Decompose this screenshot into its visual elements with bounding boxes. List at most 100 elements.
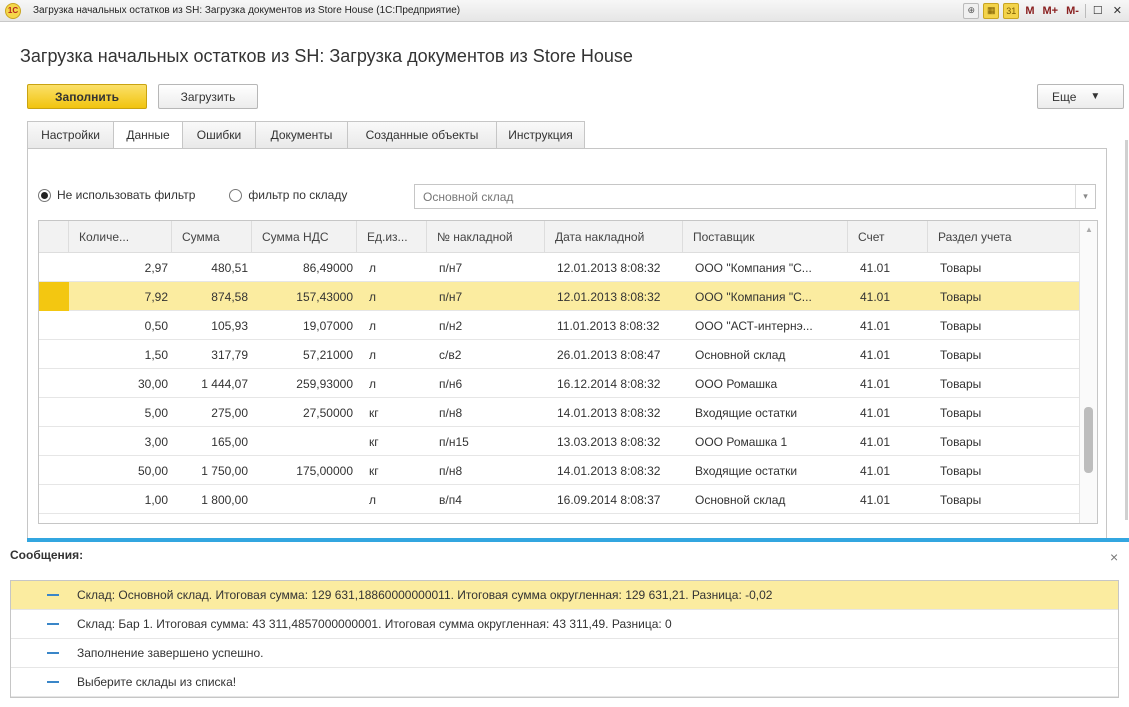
- cell-account: 41.01: [860, 405, 891, 420]
- cell-quantity: 1,50: [144, 347, 168, 362]
- titlebar-tools: ⊕ ▦ 31 M M+ M- ☐ ✕: [963, 2, 1129, 19]
- header-col-unit[interactable]: Ед.из...: [357, 221, 427, 253]
- message-item[interactable]: Заполнение завершено успешно.: [11, 639, 1118, 668]
- tab-settings[interactable]: Настройки: [27, 121, 113, 149]
- message-item[interactable]: Склад: Бар 1. Итоговая сумма: 43 311,485…: [11, 610, 1118, 639]
- cell-supplier: Входящие остатки: [695, 405, 798, 420]
- dash-icon: [47, 594, 59, 596]
- memory-minus-button[interactable]: M-: [1064, 5, 1081, 17]
- cell-invoice-number: п/н8: [439, 405, 463, 420]
- header-col-invoice-date[interactable]: Дата накладной: [545, 221, 683, 253]
- cell-account: 41.01: [860, 463, 891, 478]
- radio-empty-icon[interactable]: [229, 188, 243, 202]
- cell-quantity: 7,92: [144, 289, 168, 304]
- cell-supplier: ООО "Компания "С...: [695, 260, 812, 275]
- more-button-label: Еще: [1052, 89, 1077, 104]
- cell-invoice-number: с/в2: [439, 347, 462, 362]
- dropdown-arrow-icon[interactable]: ▾: [1075, 185, 1095, 208]
- header-col-sum[interactable]: Сумма: [172, 221, 252, 253]
- cell-invoice-number: п/н7: [439, 260, 463, 275]
- cell-sum: 1 800,00: [201, 492, 248, 507]
- filter-options: Не использовать фильтр фильтр по складу: [38, 188, 347, 202]
- more-button[interactable]: Еще ▼: [1037, 84, 1124, 109]
- table-row[interactable]: 0,50 105,93 19,07000 л п/н2 11.01.2013 8:08:3…: [39, 311, 1079, 340]
- cell-invoice-number: п/н6: [439, 376, 463, 391]
- messages-title: Сообщения:: [10, 548, 84, 562]
- window-title: Загрузка начальных остатков из SH: Загру…: [33, 5, 461, 16]
- tab-instruction[interactable]: Инструкция: [496, 121, 585, 149]
- header-col-accounting-section[interactable]: Раздел учета: [928, 221, 1079, 253]
- header-col-quantity[interactable]: Количе...: [69, 221, 172, 253]
- memory-plus-button[interactable]: M+: [1040, 5, 1060, 17]
- cell-unit: л: [369, 289, 377, 304]
- cell-accounting-section: Товары: [940, 463, 982, 478]
- cell-supplier: Входящие остатки: [695, 463, 798, 478]
- table-row[interactable]: 2,97 480,51 86,49000 л п/н7 12.01.2013 8:08:3…: [39, 253, 1079, 282]
- tab-errors[interactable]: Ошибки: [182, 121, 255, 149]
- radio-by-warehouse[interactable]: фильтр по складу: [229, 188, 347, 202]
- table-row[interactable]: 1,50 317,79 57,21000 л с/в2 26.01.2013 8:08:4…: [39, 340, 1079, 369]
- warehouse-field-value: Основной склад: [423, 189, 514, 204]
- radio-no-filter[interactable]: Не использовать фильтр: [38, 188, 195, 202]
- cell-invoice-date: 16.09.2014 8:08:37: [557, 492, 661, 507]
- radio-selected-icon[interactable]: [38, 188, 51, 202]
- cell-invoice-date: 12.01.2013 8:08:32: [557, 289, 661, 304]
- cell-account: 41.01: [860, 318, 891, 333]
- link-icon[interactable]: ⊕: [963, 2, 980, 19]
- message-item[interactable]: Выберите склады из списка!: [11, 668, 1118, 697]
- header-col-vat-sum[interactable]: Сумма НДС: [252, 221, 357, 253]
- cell-accounting-section: Товары: [940, 260, 982, 275]
- scrollbar-thumb[interactable]: [1084, 407, 1093, 473]
- cell-accounting-section: Товары: [940, 376, 982, 391]
- tab-created-objects[interactable]: Созданные объекты: [347, 121, 496, 149]
- cell-invoice-date: 13.03.2013 8:08:32: [557, 434, 661, 449]
- table-row[interactable]: 7,92 874,58 157,43000 л п/н7 12.01.2013 8:08:…: [39, 282, 1079, 311]
- cell-vat-sum: [252, 427, 353, 456]
- cell-vat-sum: 57,21000: [302, 347, 353, 362]
- scroll-up-icon[interactable]: ▲: [1085, 225, 1093, 234]
- load-button[interactable]: Загрузить: [158, 84, 258, 109]
- memory-button[interactable]: M: [1023, 5, 1036, 17]
- cell-unit: л: [369, 376, 377, 391]
- table-row[interactable]: 1,00 1 800,00 л в/п4 16.09.2014 8:08:37 Основ…: [39, 485, 1079, 514]
- cell-invoice-date: 26.01.2013 8:08:47: [557, 347, 661, 362]
- page-title: Загрузка начальных остатков из SH: Загру…: [20, 46, 633, 66]
- table-row[interactable]: 3,00 165,00 кг п/н15 13.03.2013 8:08:32 ООО Р…: [39, 427, 1079, 456]
- header-col-account[interactable]: Счет: [848, 221, 928, 253]
- table-row[interactable]: 30,00 1 444,07 259,93000 л п/н6 16.12.2014 8:…: [39, 369, 1079, 398]
- cell-unit: л: [369, 260, 377, 275]
- row-marker: [39, 253, 69, 282]
- cell-quantity: 0,50: [144, 318, 168, 333]
- message-text: Склад: Основной склад. Итоговая сумма: 1…: [77, 588, 773, 602]
- header-col-supplier[interactable]: Поставщик: [683, 221, 848, 253]
- tab-data[interactable]: Данные: [113, 121, 182, 149]
- header-col-invoice-number[interactable]: № накладной: [427, 221, 545, 253]
- cell-quantity: 3,00: [144, 434, 168, 449]
- table-row[interactable]: 5,00 275,00 27,50000 кг п/н8 14.01.2013 8:08:…: [39, 398, 1079, 427]
- table-header: Количе... Сумма Сумма НДС Ед.из... № накладн…: [39, 221, 1079, 253]
- table-scrollbar[interactable]: ▲: [1079, 221, 1097, 523]
- close-icon[interactable]: ×: [1110, 549, 1118, 565]
- cell-invoice-number: п/н2: [439, 318, 463, 333]
- cell-account: 41.01: [860, 434, 891, 449]
- warehouse-field[interactable]: Основной склад ▾: [414, 184, 1096, 209]
- cell-account: 41.01: [860, 347, 891, 362]
- row-marker: [39, 427, 69, 456]
- chevron-down-icon: ▼: [1090, 91, 1101, 102]
- close-window-icon[interactable]: ✕: [1110, 4, 1125, 17]
- fill-button[interactable]: Заполнить: [27, 84, 147, 109]
- calendar-icon[interactable]: 31: [1003, 2, 1020, 19]
- cell-vat-sum: 86,49000: [302, 260, 353, 275]
- cell-accounting-section: Товары: [940, 318, 982, 333]
- table-row[interactable]: 50,00 1 750,00 175,00000 кг п/н8 14.01.2013 8…: [39, 456, 1079, 485]
- cell-quantity: 1,00: [144, 492, 168, 507]
- row-marker: [39, 311, 69, 340]
- cell-accounting-section: Товары: [940, 347, 982, 362]
- message-item[interactable]: Склад: Основной склад. Итоговая сумма: 1…: [11, 581, 1118, 610]
- cell-supplier: Основной склад: [695, 492, 786, 507]
- calculator-icon[interactable]: ▦: [983, 2, 1000, 19]
- tab-documents[interactable]: Документы: [255, 121, 347, 149]
- page-scrollbar[interactable]: [1125, 140, 1128, 520]
- cell-unit: кг: [369, 434, 379, 449]
- maximize-icon[interactable]: ☐: [1090, 4, 1106, 17]
